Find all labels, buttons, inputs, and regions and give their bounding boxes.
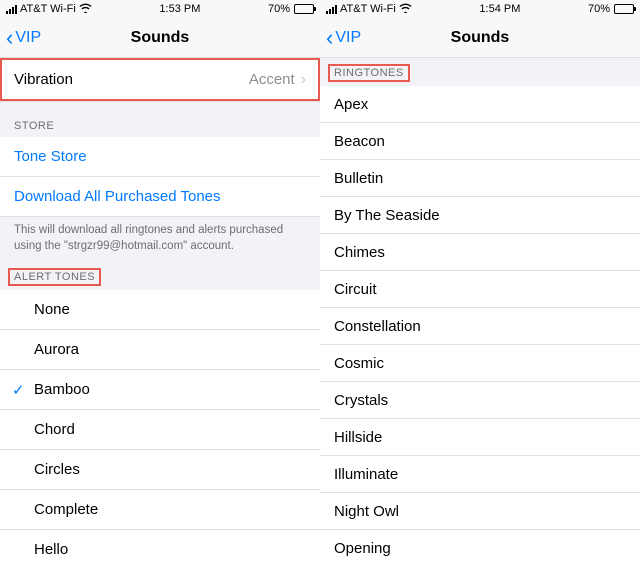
alert-tone-row[interactable]: None bbox=[0, 290, 320, 330]
alert-tone-row[interactable]: Aurora bbox=[0, 330, 320, 370]
tone-label: Hello bbox=[14, 541, 306, 558]
tone-label: Constellation bbox=[334, 318, 626, 335]
tone-label: Chimes bbox=[334, 244, 626, 261]
tone-label: By The Seaside bbox=[334, 207, 626, 224]
ringtone-row[interactable]: Apex bbox=[320, 86, 640, 123]
battery-icon bbox=[614, 4, 634, 14]
status-bar: AT&T Wi-Fi 1:53 PM 70% bbox=[0, 0, 320, 18]
back-button[interactable]: ‹ VIP bbox=[0, 27, 41, 49]
signal-icon bbox=[326, 5, 337, 14]
tone-label: Chord bbox=[14, 421, 306, 438]
signal-icon bbox=[6, 5, 17, 14]
tone-label: Illuminate bbox=[334, 466, 626, 483]
wifi-icon bbox=[79, 2, 92, 16]
tone-label: Cosmic bbox=[334, 355, 626, 372]
tone-label: Bamboo bbox=[14, 381, 306, 398]
checkmark-icon: ✓ bbox=[12, 381, 25, 399]
tone-label: None bbox=[14, 301, 306, 318]
alert-tone-row[interactable]: ✓Bamboo bbox=[0, 370, 320, 410]
carrier-label: AT&T Wi-Fi bbox=[20, 3, 76, 15]
vibration-label: Vibration bbox=[14, 71, 249, 88]
phone-right: AT&T Wi-Fi 1:54 PM 70% ‹ VIP Sounds RING… bbox=[320, 0, 640, 565]
battery-pct: 70% bbox=[268, 3, 290, 15]
tone-label: Hillside bbox=[334, 429, 626, 446]
tone-label: Night Owl bbox=[334, 503, 626, 520]
nav-bar: ‹ VIP Sounds bbox=[0, 18, 320, 58]
ringtone-row[interactable]: Circuit bbox=[320, 271, 640, 308]
back-label: VIP bbox=[15, 29, 41, 47]
download-note: This will download all ringtones and ale… bbox=[0, 217, 320, 262]
ringtone-row[interactable]: Chimes bbox=[320, 234, 640, 271]
ringtone-row[interactable]: Crystals bbox=[320, 382, 640, 419]
battery-pct: 70% bbox=[588, 3, 610, 15]
tone-label: Complete bbox=[14, 501, 306, 518]
alert-tones-header: ALERT TONES bbox=[8, 268, 101, 286]
carrier-label: AT&T Wi-Fi bbox=[340, 3, 396, 15]
tone-label: Aurora bbox=[14, 341, 306, 358]
ringtone-row[interactable]: Cosmic bbox=[320, 345, 640, 382]
ringtone-row[interactable]: Night Owl bbox=[320, 493, 640, 530]
tone-label: Apex bbox=[334, 96, 626, 113]
tone-store-link[interactable]: Tone Store bbox=[0, 137, 320, 177]
tone-label: Crystals bbox=[334, 392, 626, 409]
ringtone-row[interactable]: Hillside bbox=[320, 419, 640, 456]
clock: 1:53 PM bbox=[159, 3, 200, 15]
alert-tone-row[interactable]: Chord bbox=[0, 410, 320, 450]
alert-tone-row[interactable]: Complete bbox=[0, 490, 320, 530]
back-label: VIP bbox=[335, 29, 361, 47]
alert-tone-row[interactable]: Circles bbox=[0, 450, 320, 490]
chevron-left-icon: ‹ bbox=[326, 27, 333, 49]
vibration-value: Accent bbox=[249, 71, 295, 88]
download-all-link[interactable]: Download All Purchased Tones bbox=[0, 177, 320, 217]
chevron-left-icon: ‹ bbox=[6, 27, 13, 49]
chevron-right-icon: › bbox=[301, 71, 306, 89]
store-header: STORE bbox=[0, 102, 320, 137]
battery-icon bbox=[294, 4, 314, 14]
page-title: Sounds bbox=[320, 29, 640, 47]
tone-label: Bulletin bbox=[334, 170, 626, 187]
ringtone-row[interactable]: Constellation bbox=[320, 308, 640, 345]
vibration-row[interactable]: Vibration Accent › bbox=[0, 58, 320, 102]
ringtone-row[interactable]: Opening bbox=[320, 530, 640, 565]
ringtone-row[interactable]: Beacon bbox=[320, 123, 640, 160]
ringtones-header: RINGTONES bbox=[328, 64, 410, 82]
ringtone-row[interactable]: Illuminate bbox=[320, 456, 640, 493]
nav-bar: ‹ VIP Sounds bbox=[320, 18, 640, 58]
tone-label: Circuit bbox=[334, 281, 626, 298]
wifi-icon bbox=[399, 2, 412, 16]
tone-label: Opening bbox=[334, 540, 626, 557]
tone-label: Circles bbox=[14, 461, 306, 478]
ringtone-row[interactable]: Bulletin bbox=[320, 160, 640, 197]
back-button[interactable]: ‹ VIP bbox=[320, 27, 361, 49]
clock: 1:54 PM bbox=[479, 3, 520, 15]
phone-left: AT&T Wi-Fi 1:53 PM 70% ‹ VIP Sounds Vibr… bbox=[0, 0, 320, 565]
status-bar: AT&T Wi-Fi 1:54 PM 70% bbox=[320, 0, 640, 18]
page-title: Sounds bbox=[0, 29, 320, 47]
tone-label: Beacon bbox=[334, 133, 626, 150]
alert-tone-row[interactable]: Hello bbox=[0, 530, 320, 565]
ringtone-row[interactable]: By The Seaside bbox=[320, 197, 640, 234]
